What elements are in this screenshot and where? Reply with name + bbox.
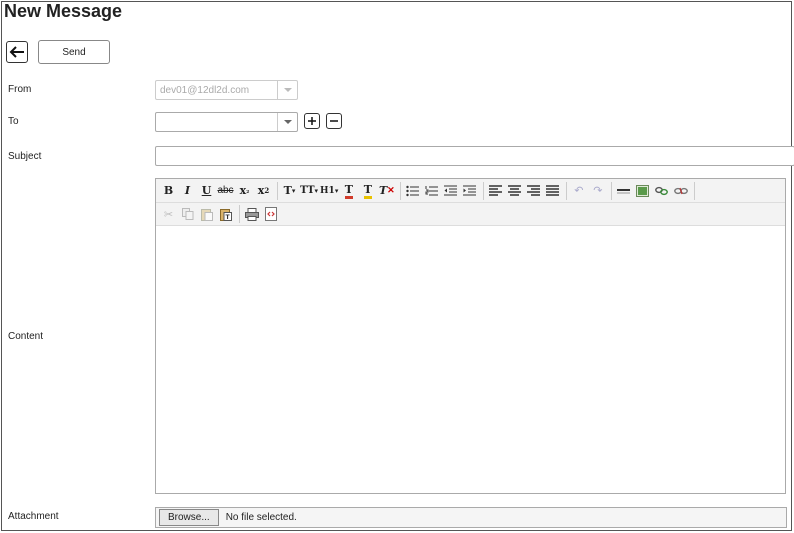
toolbar-separator — [277, 181, 278, 200]
toolbar-separator — [566, 181, 568, 200]
page-title: New Message — [4, 1, 123, 21]
chevron-down-icon — [277, 81, 297, 99]
align-center-icon[interactable] — [506, 182, 523, 200]
from-label: From — [8, 84, 32, 95]
plus-icon — [308, 117, 316, 125]
to-label: To — [8, 116, 19, 127]
horizontal-rule-icon[interactable] — [615, 182, 632, 200]
file-status-text: No file selected. — [225, 512, 297, 523]
copy-icon[interactable] — [179, 205, 196, 223]
text-color-icon[interactable]: T — [340, 182, 357, 200]
add-recipient-button[interactable] — [304, 113, 320, 129]
highlight-color-icon[interactable]: T — [359, 182, 376, 200]
paste-text-icon[interactable]: T — [217, 205, 234, 223]
toolbar-separator — [483, 181, 485, 200]
back-arrow-icon — [9, 46, 24, 58]
back-button[interactable] — [6, 41, 28, 63]
minus-icon — [330, 120, 338, 122]
send-button[interactable]: Send — [38, 40, 110, 64]
bulleted-list-icon[interactable] — [404, 182, 421, 200]
chevron-down-icon[interactable] — [277, 113, 297, 131]
toolbar-separator — [611, 181, 613, 200]
editor-toolbar-secondary: ✂ T — [156, 203, 785, 226]
from-value: dev01@12dl2d.com — [160, 85, 250, 96]
outdent-icon[interactable] — [442, 182, 459, 200]
toolbar-separator — [239, 205, 240, 223]
remove-recipient-button[interactable] — [326, 113, 342, 129]
indent-icon[interactable] — [461, 182, 478, 200]
attachment-label: Attachment — [8, 511, 59, 522]
justify-icon[interactable] — [544, 182, 561, 200]
remove-format-icon[interactable]: T ✕ — [378, 182, 395, 200]
source-code-icon[interactable] — [262, 205, 279, 223]
toolbar-separator — [694, 181, 696, 200]
underline-icon[interactable]: U — [198, 182, 215, 200]
heading-icon[interactable]: H1 ▾ — [320, 182, 338, 200]
print-icon[interactable] — [243, 205, 260, 223]
subscript-icon[interactable]: x₂ — [236, 182, 253, 200]
attachment-file-input: Browse... No file selected. — [155, 507, 787, 528]
rich-text-editor: B I U abc x₂ x2 T ▾ TT ▾ H1 ▾ T T T ✕ ↶ … — [155, 178, 786, 494]
paste-icon[interactable] — [198, 205, 215, 223]
italic-icon[interactable]: I — [179, 182, 196, 200]
content-label: Content — [8, 331, 44, 342]
numbered-list-icon[interactable] — [423, 182, 440, 200]
align-left-icon[interactable] — [487, 182, 504, 200]
to-select[interactable] — [155, 112, 298, 132]
cut-icon[interactable]: ✂ — [160, 205, 177, 223]
subject-input[interactable] — [155, 146, 794, 166]
remove-link-icon[interactable] — [672, 182, 689, 200]
editor-toolbar-primary: B I U abc x₂ x2 T ▾ TT ▾ H1 ▾ T T T ✕ ↶ … — [156, 179, 785, 203]
redo-icon[interactable]: ↷ — [589, 182, 606, 200]
toolbar-separator — [400, 181, 402, 200]
superscript-icon[interactable]: x2 — [255, 182, 272, 200]
font-size-icon[interactable]: TT ▾ — [300, 182, 318, 200]
insert-link-icon[interactable] — [653, 182, 670, 200]
font-family-icon[interactable]: T ▾ — [281, 182, 298, 200]
align-right-icon[interactable] — [525, 182, 542, 200]
strikethrough-icon[interactable]: abc — [217, 182, 234, 200]
insert-image-icon[interactable] — [634, 182, 651, 200]
browse-button[interactable]: Browse... — [159, 509, 219, 526]
bold-icon[interactable]: B — [160, 182, 177, 200]
content-editor-area[interactable] — [156, 227, 785, 493]
undo-icon[interactable]: ↶ — [570, 182, 587, 200]
subject-label: Subject — [8, 151, 42, 162]
from-select[interactable]: dev01@12dl2d.com — [155, 80, 298, 100]
